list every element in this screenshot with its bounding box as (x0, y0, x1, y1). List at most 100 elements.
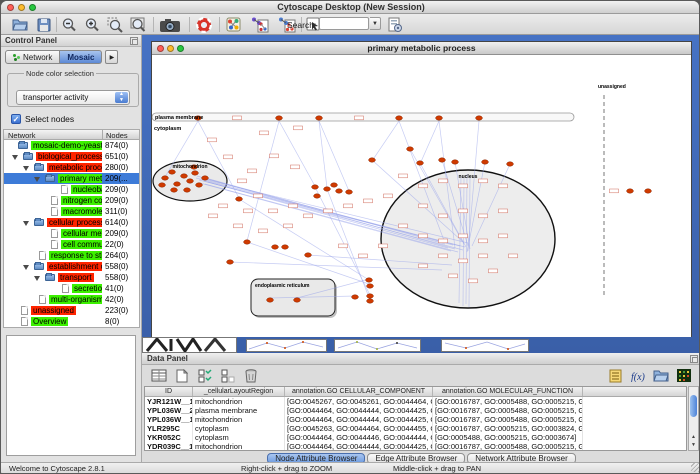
tree-row[interactable]: primary metabo209(... (4, 173, 139, 184)
scroll-up-icon[interactable]: ▲ (689, 433, 698, 441)
attribute-list-icon[interactable] (606, 368, 624, 384)
tree-row[interactable]: multi-organism pro42(0) (4, 294, 139, 305)
node-label-chip[interactable] (219, 204, 228, 208)
node-label-chip[interactable] (294, 126, 303, 130)
node-label-chip[interactable] (270, 154, 279, 158)
network-node[interactable] (276, 116, 283, 120)
network-node[interactable] (184, 188, 191, 192)
node-label-chip[interactable] (399, 224, 408, 228)
node-label-chip[interactable] (355, 116, 364, 120)
tab-network[interactable]: Network (5, 50, 60, 64)
node-label-chip[interactable] (439, 254, 448, 258)
scroll-down-icon[interactable]: ▼ (689, 441, 698, 449)
node-label-chip[interactable] (304, 214, 313, 218)
scrollbar-thumb[interactable] (690, 395, 697, 417)
edge[interactable] (372, 121, 399, 161)
network-node[interactable] (439, 158, 446, 162)
network-node[interactable] (159, 183, 166, 187)
network-node[interactable] (336, 189, 343, 193)
open-file-icon[interactable] (11, 16, 28, 33)
select-attributes-icon[interactable] (196, 368, 214, 384)
node-label-chip[interactable] (339, 244, 348, 248)
import-attribute-file-icon[interactable] (652, 368, 670, 384)
network-node[interactable] (482, 160, 489, 164)
tree-row[interactable]: cellular process614(0) (4, 217, 139, 228)
node-label-chip[interactable] (384, 194, 393, 198)
view-titlebar[interactable]: primary metabolic process (152, 42, 691, 55)
network-node[interactable] (346, 190, 353, 194)
network-node[interactable] (196, 183, 203, 187)
network-node[interactable] (282, 245, 289, 249)
node-label-chip[interactable] (479, 179, 488, 183)
search-dropdown-arrow-icon[interactable]: ▼ (370, 17, 381, 30)
node-label-chip[interactable] (233, 116, 242, 120)
column-header[interactable]: ID (145, 387, 193, 396)
expander-icon[interactable] (23, 265, 29, 270)
node-label-chip[interactable] (459, 184, 468, 188)
edge[interactable] (247, 121, 279, 241)
column-header[interactable]: annotation.GO CELLULAR_COMPONENT (285, 387, 433, 396)
node-label-chip[interactable] (419, 234, 428, 238)
tree-row[interactable]: macromolecule311(0) (4, 206, 139, 217)
node-label-chip[interactable] (439, 179, 448, 183)
network-node[interactable] (272, 245, 279, 249)
resize-grip[interactable] (691, 463, 700, 472)
table-vertical-scrollbar[interactable]: ▲ ▼ (688, 386, 699, 451)
node-label-chip[interactable] (419, 184, 428, 188)
node-label-chip[interactable] (364, 199, 373, 203)
zoom-out-icon[interactable] (60, 16, 77, 33)
node-label-chip[interactable] (499, 234, 508, 238)
tree-row[interactable]: transport558(0) (4, 272, 139, 283)
node-label-chip[interactable] (379, 244, 388, 248)
tree-row[interactable]: unassigned223(0) (4, 305, 139, 316)
network-node[interactable] (645, 189, 652, 193)
network-node[interactable] (476, 116, 483, 120)
snapshot-icon[interactable] (159, 16, 180, 33)
network-node[interactable] (267, 298, 274, 302)
node-label-chip[interactable] (248, 169, 257, 173)
node-color-select[interactable]: transporter activity ▲▼ (16, 90, 130, 105)
network-node[interactable] (312, 185, 319, 189)
node-label-chip[interactable] (324, 209, 333, 213)
node-label-chip[interactable] (419, 264, 428, 268)
node-label-chip[interactable] (499, 184, 508, 188)
node-label-chip[interactable] (479, 214, 488, 218)
network-node[interactable] (452, 160, 459, 164)
tree-row[interactable]: nitrogen compo209(0) (4, 195, 139, 206)
node-label-chip[interactable] (208, 138, 217, 142)
network-node[interactable] (169, 170, 176, 174)
node-label-chip[interactable] (459, 234, 468, 238)
table-row[interactable]: YDR039C__1mitochondrion[GO:0044464, GO:0… (145, 442, 686, 451)
edge[interactable] (279, 121, 315, 186)
node-label-chip[interactable] (459, 209, 468, 213)
node-label-chip[interactable] (244, 209, 253, 213)
zoom-fit-icon[interactable] (129, 16, 146, 33)
zoom-in-icon[interactable] (83, 16, 100, 33)
network-node[interactable] (366, 278, 373, 282)
expander-icon[interactable] (12, 155, 18, 160)
background-window-thumbnail[interactable] (334, 339, 421, 352)
delete-attribute-icon[interactable] (242, 368, 260, 384)
network-node[interactable] (236, 197, 243, 201)
function-builder-icon[interactable]: f(x) (629, 368, 647, 384)
column-header[interactable]: _cellularLayoutRegion (193, 387, 285, 396)
node-label-chip[interactable] (439, 214, 448, 218)
node-label-chip[interactable] (399, 174, 408, 178)
tree-row[interactable]: mosaic-demo-yeast874(0) (4, 140, 139, 151)
node-label-chip[interactable] (610, 189, 619, 193)
node-label-chip[interactable] (259, 229, 268, 233)
table-row[interactable]: YLR295Ccytoplasm[GO:0045263, GO:0044464,… (145, 424, 686, 433)
node-label-chip[interactable] (289, 204, 298, 208)
node-label-chip[interactable] (419, 204, 428, 208)
node-label-chip[interactable] (489, 269, 498, 273)
network-node[interactable] (436, 116, 443, 120)
new-attribute-icon[interactable] (173, 368, 191, 384)
node-label-chip[interactable] (439, 239, 448, 243)
network-node[interactable] (367, 299, 374, 303)
float-data-panel-icon[interactable] (690, 355, 698, 363)
network-node[interactable] (367, 284, 374, 288)
table-row[interactable]: YPL036W__2plasma membrane[GO:0044464, GO… (145, 406, 686, 415)
network-node[interactable] (294, 298, 301, 302)
node-label-chip[interactable] (449, 274, 458, 278)
node-label-chip[interactable] (209, 214, 218, 218)
